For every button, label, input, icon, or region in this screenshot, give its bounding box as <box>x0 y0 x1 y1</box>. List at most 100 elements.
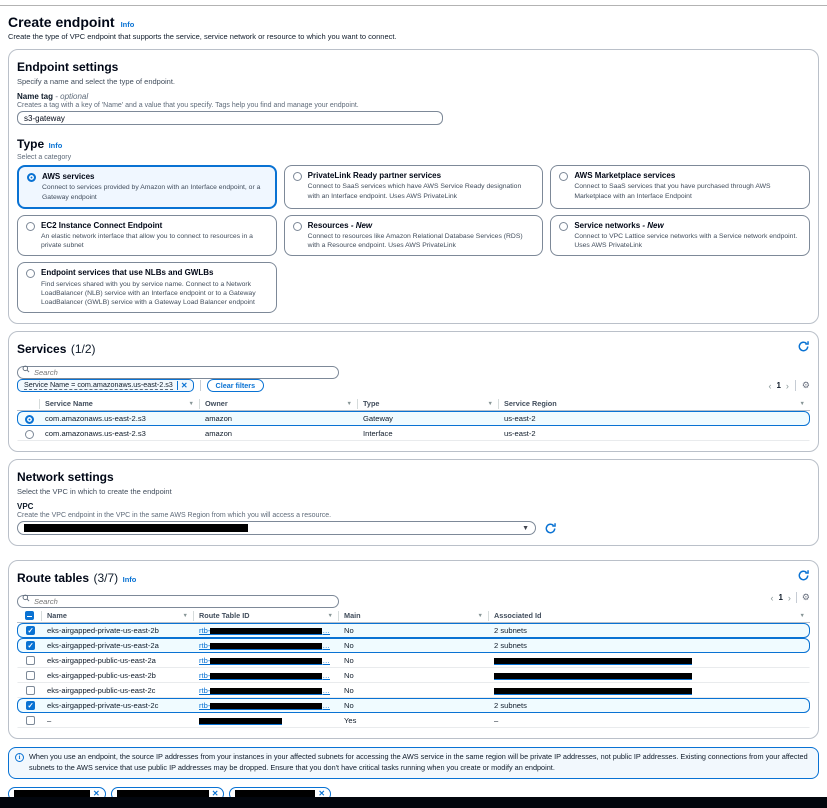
route-table-id-link[interactable]: rtb-… <box>194 671 339 680</box>
type-tile-marketplace[interactable]: AWS Marketplace services Connect to SaaS… <box>550 165 810 209</box>
radio-icon[interactable] <box>293 172 302 181</box>
route-tables-heading: Route tables <box>17 571 89 585</box>
sort-caret-icon[interactable]: ▼ <box>488 401 493 407</box>
main-cell: Yes <box>339 716 489 725</box>
route-table-row[interactable]: eks-airgapped-public-us-east-2a rtb-… No <box>17 653 810 668</box>
network-settings-description: Select the VPC in which to create the en… <box>17 487 810 496</box>
prev-page-icon[interactable]: ‹ <box>768 381 771 391</box>
sort-caret-icon[interactable]: ▼ <box>800 401 805 407</box>
select-all-checkbox[interactable] <box>25 611 34 620</box>
route-table-row[interactable]: eks-airgapped-private-us-east-2c rtb-… N… <box>17 698 810 713</box>
divider <box>795 380 796 391</box>
type-info-link[interactable]: Info <box>49 141 63 150</box>
services-search-input[interactable] <box>17 366 339 379</box>
col-name: Name <box>47 611 67 620</box>
radio-icon[interactable] <box>293 222 302 231</box>
type-cell: Interface <box>358 429 499 438</box>
redacted-id <box>210 688 322 695</box>
settings-gear-icon[interactable]: ⚙ <box>802 381 810 390</box>
route-table-name: – <box>42 716 194 725</box>
sort-caret-icon[interactable]: ▼ <box>183 613 188 619</box>
service-row[interactable]: com.amazonaws.us-east-2.s3 amazon Gatewa… <box>17 411 810 426</box>
type-tile-aws-services[interactable]: AWS services Connect to services provide… <box>17 165 277 209</box>
type-tile-nlb-gwlb[interactable]: Endpoint services that use NLBs and GWLB… <box>17 262 277 313</box>
tile-title: PrivateLink Ready partner services <box>308 171 535 181</box>
radio-icon[interactable] <box>559 222 568 231</box>
tile-description: An elastic network interface that allow … <box>41 232 268 250</box>
subnets-link[interactable]: 2 subnets <box>494 641 527 650</box>
row-checkbox[interactable] <box>26 671 35 680</box>
refresh-icon[interactable] <box>797 340 810 353</box>
route-table-id-link[interactable] <box>194 716 339 725</box>
radio-icon[interactable] <box>27 173 36 182</box>
refresh-icon[interactable] <box>797 569 810 582</box>
route-table-row[interactable]: eks-airgapped-private-us-east-2a rtb-… N… <box>17 638 810 653</box>
radio-icon[interactable] <box>26 222 35 231</box>
route-table-id-link[interactable]: rtb-… <box>194 686 339 695</box>
route-tables-info-link[interactable]: Info <box>123 575 137 584</box>
page-number[interactable]: 1 <box>778 593 782 602</box>
refresh-icon[interactable] <box>544 522 557 535</box>
row-checkbox[interactable] <box>26 641 35 650</box>
radio-icon[interactable] <box>25 415 34 424</box>
row-checkbox[interactable] <box>26 626 35 635</box>
route-table-id-link[interactable]: rtb-… <box>194 701 339 710</box>
owner-cell: amazon <box>200 414 358 423</box>
route-table-row[interactable]: eks-airgapped-private-us-east-2b rtb-… N… <box>17 623 810 638</box>
settings-gear-icon[interactable]: ⚙ <box>802 593 810 602</box>
route-table-name: eks-airgapped-private-us-east-2c <box>42 701 194 710</box>
tile-description: Connect to SaaS services that you have p… <box>574 182 801 200</box>
services-table: Service Name▼ Owner▼ Type▼ Service Regio… <box>17 397 810 441</box>
redacted-associated-id <box>494 658 692 665</box>
next-page-icon[interactable]: › <box>788 593 791 603</box>
info-icon: i <box>15 753 24 762</box>
tile-description: Connect to VPC Lattice service networks … <box>574 232 801 250</box>
vpc-select[interactable]: ▼ <box>17 521 536 535</box>
tile-title: Endpoint services that use NLBs and GWLB… <box>41 268 268 278</box>
remove-filter-icon[interactable]: ✕ <box>177 381 191 390</box>
route-table-id-link[interactable]: rtb-… <box>194 641 339 650</box>
sort-caret-icon[interactable]: ▼ <box>328 613 333 619</box>
type-tile-privatelink-partner[interactable]: PrivateLink Ready partner services Conne… <box>284 165 544 209</box>
row-checkbox[interactable] <box>26 656 35 665</box>
route-table-name: eks-airgapped-private-us-east-2a <box>42 641 194 650</box>
route-table-row[interactable]: – Yes – <box>17 713 810 728</box>
redacted-associated-id <box>494 673 692 680</box>
name-tag-input[interactable] <box>17 111 443 125</box>
sort-caret-icon[interactable]: ▼ <box>800 613 805 619</box>
page-subtitle: Create the type of VPC endpoint that sup… <box>8 32 819 41</box>
sort-caret-icon[interactable]: ▼ <box>347 401 352 407</box>
route-table-id-link[interactable]: rtb-… <box>194 656 339 665</box>
radio-icon[interactable] <box>26 269 35 278</box>
next-page-icon[interactable]: › <box>786 381 789 391</box>
service-filter-token[interactable]: Service Name = com.amazonaws.us-east-2.s… <box>17 379 194 392</box>
type-tile-service-networks[interactable]: Service networks - New Connect to VPC La… <box>550 215 810 257</box>
page-info-link[interactable]: Info <box>121 20 135 29</box>
row-checkbox[interactable] <box>26 716 35 725</box>
tile-title: Service networks - New <box>574 221 801 231</box>
redacted-id <box>210 658 322 665</box>
page-number[interactable]: 1 <box>776 381 780 390</box>
route-table-name: eks-airgapped-public-us-east-2c <box>42 686 194 695</box>
sort-caret-icon[interactable]: ▼ <box>478 613 483 619</box>
clear-filters-button[interactable]: Clear filters <box>207 379 265 392</box>
service-row[interactable]: com.amazonaws.us-east-2.s3 amazon Interf… <box>17 426 810 441</box>
redacted-id <box>199 718 282 725</box>
route-tables-section: Route tables (3/7) Info ‹ 1 › ⚙ <box>8 560 819 739</box>
route-tables-search-input[interactable] <box>17 595 339 608</box>
prev-page-icon[interactable]: ‹ <box>770 593 773 603</box>
route-table-row[interactable]: eks-airgapped-public-us-east-2c rtb-… No <box>17 683 810 698</box>
route-table-id-link[interactable]: rtb-… <box>194 626 339 635</box>
sort-caret-icon[interactable]: ▼ <box>189 401 194 407</box>
row-checkbox[interactable] <box>26 701 35 710</box>
create-endpoint-page: Create endpoint Info Create the type of … <box>0 0 827 808</box>
radio-icon[interactable] <box>559 172 568 181</box>
type-tile-resources[interactable]: Resources - New Connect to resources lik… <box>284 215 544 257</box>
type-tile-ec2-instance-connect[interactable]: EC2 Instance Connect Endpoint An elastic… <box>17 215 277 257</box>
redacted-token-label <box>117 790 209 797</box>
subnets-link[interactable]: 2 subnets <box>494 626 527 635</box>
radio-icon[interactable] <box>25 430 34 439</box>
route-table-row[interactable]: eks-airgapped-public-us-east-2b rtb-… No <box>17 668 810 683</box>
subnets-link[interactable]: 2 subnets <box>494 701 527 710</box>
row-checkbox[interactable] <box>26 686 35 695</box>
